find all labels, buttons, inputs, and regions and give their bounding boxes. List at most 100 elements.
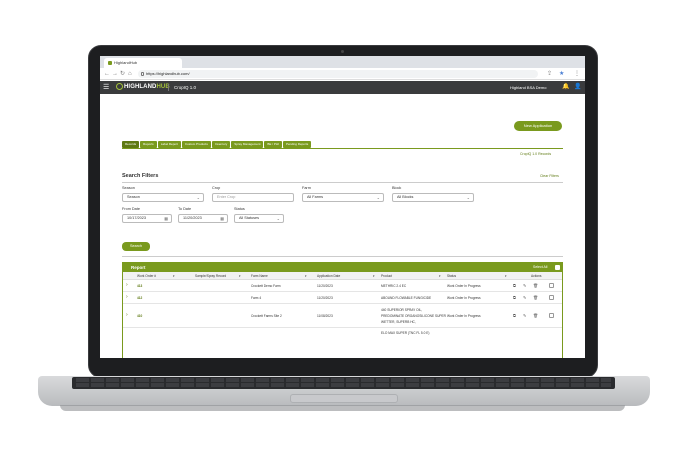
farm-name-cell: Crockett Demo Farm	[251, 284, 281, 288]
browser-tab[interactable]: HighlandHub	[104, 58, 182, 68]
block-select[interactable]: All Blocks ⌄	[392, 193, 474, 202]
sort-icon[interactable]: ▾	[373, 272, 375, 280]
table-row[interactable]: › 413 Crockett Demo Farm 11/20/2023 METH…	[123, 280, 562, 292]
expand-chevron-icon[interactable]: ›	[126, 282, 128, 288]
crop-label: Crop	[212, 186, 221, 190]
screen: HighlandHub ← → ↻ ⌂ https://highlandhub.…	[100, 56, 585, 358]
column-header[interactable]: Sample/Spray Record	[195, 272, 226, 280]
expand-chevron-icon[interactable]: ›	[126, 294, 128, 300]
to-date-input[interactable]: 11/20/2023 ▦	[178, 214, 228, 223]
browser-menu-icon[interactable]: ⋮	[574, 70, 580, 78]
logo: HIGHLANDHUB	[116, 83, 170, 92]
delete-icon[interactable]: 🗑	[533, 283, 538, 288]
tab-spray-management[interactable]: Spray Management	[231, 141, 264, 148]
user-menu-icon[interactable]: 👤	[574, 84, 581, 91]
work-order-link[interactable]: 412	[137, 296, 142, 300]
back-icon[interactable]: ←	[104, 70, 110, 78]
column-header[interactable]: Work Order #	[137, 272, 156, 280]
edit-icon[interactable]: ✎	[523, 295, 526, 300]
user-name[interactable]: Highland BSA Demo	[510, 81, 546, 94]
tab-label-report[interactable]: Label Report	[157, 141, 181, 148]
tab-reports[interactable]: Reports	[140, 141, 157, 148]
tab-records[interactable]: Records	[122, 141, 140, 148]
home-icon[interactable]: ⌂	[128, 70, 132, 78]
browser-tab-title: HighlandHub	[114, 60, 138, 65]
season-select[interactable]: Season ⌄	[122, 193, 204, 202]
farm-name-cell: Farm 4	[251, 296, 262, 300]
keyboard-row	[76, 378, 611, 382]
stage: HighlandHub ← → ↻ ⌂ https://highlandhub.…	[0, 0, 683, 465]
chevron-down-icon: ⌄	[276, 216, 280, 221]
row-checkbox[interactable]	[549, 313, 554, 318]
sort-icon[interactable]: ▾	[239, 272, 241, 280]
row-checkbox[interactable]	[549, 295, 554, 300]
block-label: Block	[392, 186, 402, 190]
product-cell: 440 SUPERIOR SPRAY OIL,	[381, 308, 423, 312]
hamburger-menu-icon[interactable]: ☰	[103, 84, 109, 91]
tab-inventory[interactable]: Inventory	[211, 141, 231, 148]
table-row[interactable]: ELO MAX SUPER (TNC FL 5.0 E)	[123, 328, 562, 340]
cropiq-records-link[interactable]: CropIQ 1.0 Records	[520, 152, 551, 156]
trackpad	[290, 394, 398, 403]
column-header[interactable]: Product	[381, 272, 392, 280]
column-header[interactable]: Status	[447, 272, 456, 280]
column-header: Actions	[531, 274, 542, 278]
browser-tab-bar: HighlandHub	[100, 56, 585, 68]
season-label: Season	[122, 186, 135, 190]
application-date-cell: 11/20/2023	[317, 296, 333, 300]
farm-name-cell: Crockett Farms Site 2	[251, 314, 282, 318]
status-cell: Work Order In Progress	[447, 296, 481, 300]
clear-filters-link[interactable]: Clear Filters	[540, 174, 559, 178]
column-header[interactable]: Application Date	[317, 272, 340, 280]
sort-icon[interactable]: ▾	[305, 272, 307, 280]
table-row[interactable]: › 410 Crockett Farms Site 2 11/08/2023 4…	[123, 304, 562, 328]
chevron-down-icon: ⌄	[466, 195, 470, 200]
edit-icon[interactable]: ✎	[523, 283, 526, 288]
app-title: CropIQ 1.0	[174, 85, 197, 90]
crop-input[interactable]: Enter Crop	[212, 193, 294, 202]
notification-bell-icon[interactable]: 🔔	[562, 84, 569, 91]
copy-icon[interactable]: ⧉	[513, 295, 516, 300]
chevron-down-icon: ⌄	[376, 195, 380, 200]
new-application-button[interactable]: New Application	[514, 121, 562, 131]
delete-icon[interactable]: 🗑	[533, 313, 538, 318]
reload-icon[interactable]: ↻	[120, 70, 125, 78]
tab-custom-products[interactable]: Custom Products	[181, 141, 211, 148]
delete-icon[interactable]: 🗑	[533, 295, 538, 300]
sort-icon[interactable]: ▾	[173, 272, 175, 280]
forward-icon[interactable]: →	[112, 70, 118, 78]
search-divider	[122, 256, 563, 257]
url-input[interactable]: https://highlandhub.com/	[138, 70, 538, 78]
status-select[interactable]: All Statuses ⌄	[234, 214, 284, 223]
work-order-link[interactable]: 410	[137, 314, 142, 318]
bookmark-star-icon[interactable]: ★	[559, 70, 564, 78]
copy-icon[interactable]: ⧉	[513, 313, 516, 318]
from-date-label: From Date	[122, 207, 140, 211]
report-header: Report Select All	[123, 263, 562, 272]
expand-chevron-icon[interactable]: ›	[126, 312, 128, 318]
status-cell: Work Order In Progress	[447, 314, 481, 318]
tab-bar: Records Reports Label Report Custom Prod…	[122, 141, 312, 148]
copy-icon[interactable]: ⧉	[513, 283, 516, 288]
table-row[interactable]: › 412 Farm 4 11/20/2023 ABOUND FLOWABLE …	[123, 292, 562, 304]
status-label: Status	[234, 207, 245, 211]
select-all-checkbox[interactable]	[555, 265, 560, 270]
farm-select[interactable]: All Farms ⌄	[302, 193, 384, 202]
row-checkbox[interactable]	[549, 283, 554, 288]
work-order-link[interactable]: 413	[137, 284, 142, 288]
from-date-input[interactable]: 10/17/2023 ▦	[122, 214, 172, 223]
tab-be-phi[interactable]: BE / PHI	[264, 141, 282, 148]
sort-icon[interactable]: ▾	[439, 272, 441, 280]
sort-icon[interactable]: ▾	[505, 272, 507, 280]
chevron-down-icon: ⌄	[196, 195, 200, 200]
product-cell: PREDOMINATE ORGANOSILICONE SUPER	[381, 314, 446, 318]
season-value: Season	[127, 195, 140, 199]
search-button[interactable]: Search	[122, 242, 150, 251]
share-icon[interactable]: ⇪	[547, 70, 552, 78]
favicon-icon	[108, 61, 112, 65]
tab-pending-reports[interactable]: Pending Reports	[282, 141, 312, 148]
product-cell: METHRIC 2.4 EC	[381, 284, 407, 288]
edit-icon[interactable]: ✎	[523, 313, 526, 318]
column-header[interactable]: Farm Name	[251, 272, 268, 280]
product-cell: WETTER, SUPERB HC,	[381, 320, 416, 324]
